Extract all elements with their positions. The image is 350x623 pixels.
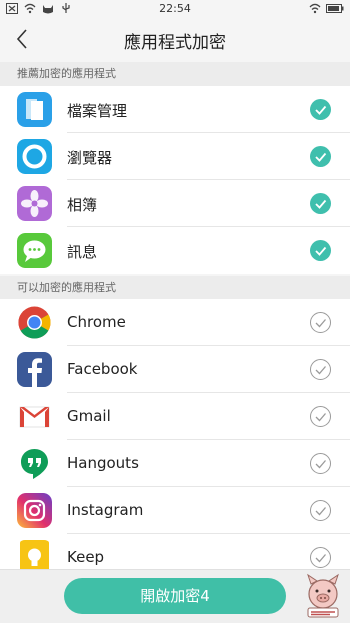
- app-label: Hangouts: [67, 454, 139, 472]
- file-manager-icon: [17, 92, 52, 127]
- app-label: Instagram: [67, 501, 144, 519]
- messages-icon: [17, 233, 52, 268]
- browser-icon: [17, 139, 52, 174]
- hangouts-icon: [21, 449, 48, 479]
- app-row-hangouts[interactable]: Hangouts: [0, 440, 350, 487]
- app-row-facebook[interactable]: Facebook: [0, 346, 350, 393]
- enable-encryption-button[interactable]: 開啟加密4: [64, 578, 286, 614]
- unchecked-icon[interactable]: [310, 312, 331, 333]
- app-row-photos[interactable]: 相簿: [0, 180, 350, 227]
- page-title: 應用程式加密: [124, 33, 226, 53]
- app-row-messages[interactable]: 訊息: [0, 227, 350, 274]
- unchecked-icon[interactable]: [310, 453, 331, 474]
- section-header-available: 可以加密的應用程式: [0, 276, 350, 300]
- chrome-icon: [18, 306, 51, 339]
- app-label: Keep: [67, 548, 105, 566]
- app-label: Facebook: [67, 360, 138, 378]
- app-label: Gmail: [67, 407, 111, 425]
- title-bar: 應用程式加密: [0, 18, 350, 60]
- unchecked-icon[interactable]: [310, 500, 331, 521]
- app-row-gmail[interactable]: Gmail: [0, 393, 350, 440]
- app-row-browser[interactable]: 瀏覽器: [0, 133, 350, 180]
- status-time: 22:54: [159, 2, 191, 15]
- instagram-icon: [17, 493, 52, 528]
- app-label: 相簿: [67, 196, 98, 214]
- pig-mascot-icon: [307, 573, 339, 618]
- wifi-signal-icon: [309, 3, 321, 14]
- battery-icon: [326, 4, 344, 13]
- unchecked-icon[interactable]: [310, 547, 331, 568]
- checked-icon[interactable]: [310, 240, 331, 261]
- app-row-chrome[interactable]: Chrome: [0, 299, 350, 346]
- checked-icon[interactable]: [310, 146, 331, 167]
- bottom-action-bar: 開啟加密4: [0, 569, 350, 623]
- app-row-file-manager[interactable]: 檔案管理: [0, 86, 350, 133]
- checked-icon[interactable]: [310, 99, 331, 120]
- app-label: Chrome: [67, 313, 126, 331]
- unchecked-icon[interactable]: [310, 359, 331, 380]
- photos-icon: [17, 186, 52, 221]
- app-row-instagram[interactable]: Instagram: [0, 487, 350, 534]
- unchecked-icon[interactable]: [310, 406, 331, 427]
- app-label: 訊息: [67, 243, 98, 261]
- gmail-icon: [19, 406, 50, 428]
- status-bar: 22:54: [0, 0, 350, 18]
- app-label: 檔案管理: [67, 102, 128, 120]
- facebook-icon: [17, 352, 52, 387]
- section-header-recommended: 推薦加密的應用程式: [0, 62, 350, 86]
- app-label: 瀏覽器: [67, 149, 113, 167]
- checked-icon[interactable]: [310, 193, 331, 214]
